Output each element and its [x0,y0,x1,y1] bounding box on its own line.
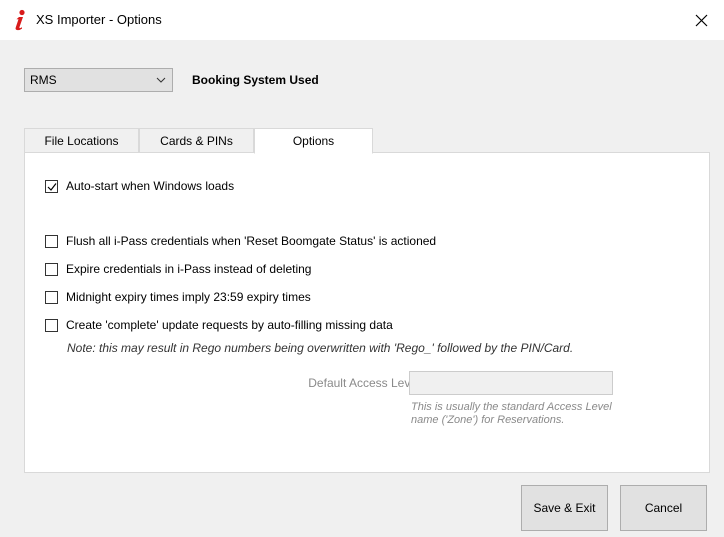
autostart-label: Auto-start when Windows loads [66,179,235,193]
save-exit-button[interactable]: Save & Exit [521,485,608,531]
expire-option[interactable]: Expire credentials in i-Pass instead of … [45,262,311,276]
tab-options[interactable]: Options [254,128,373,154]
booking-system-select[interactable]: RMS [24,68,173,92]
autostart-option[interactable]: Auto-start when Windows loads [45,179,234,193]
window-title: XS Importer - Options [36,12,162,27]
complete-note: Note: this may result in Rego numbers be… [67,341,574,355]
chevron-down-icon [156,77,166,83]
close-button[interactable] [678,0,724,40]
complete-checkbox[interactable] [45,318,58,332]
default-access-level-label: Default Access Level: [308,376,423,390]
tab-cards-pins[interactable]: Cards & PINs [139,128,254,152]
cancel-label: Cancel [644,501,683,515]
cancel-button[interactable]: Cancel [620,485,707,531]
flush-option[interactable]: Flush all i-Pass credentials when 'Reset… [45,234,436,248]
midnight-option[interactable]: Midnight expiry times imply 23:59 expiry… [45,290,311,304]
options-panel: Auto-start when Windows loads Flush all … [24,152,710,473]
default-access-level-input [409,371,613,395]
tab-label: Cards & PINs [160,133,233,148]
title-bar: XS Importer - Options [0,0,724,40]
booking-system-label: Booking System Used [192,73,319,87]
tab-label: File Locations [44,133,119,148]
tab-file-locations[interactable]: File Locations [24,128,139,152]
expire-checkbox[interactable] [45,262,58,276]
autostart-checkbox[interactable] [45,179,58,193]
flush-checkbox[interactable] [45,234,58,248]
tab-label: Options [292,134,335,148]
expire-label: Expire credentials in i-Pass instead of … [66,262,312,276]
midnight-checkbox[interactable] [45,290,58,304]
default-access-level-hint: This is usually the standard Access Leve… [411,401,612,426]
complete-option[interactable]: Create 'complete' update requests by aut… [45,318,393,332]
flush-label: Flush all i-Pass credentials when 'Reset… [66,234,437,248]
checkmark-icon [47,182,57,191]
booking-system-value: RMS [30,73,57,87]
info-i-icon [10,9,28,31]
close-icon [695,14,707,26]
midnight-label: Midnight expiry times imply 23:59 expiry… [66,290,311,304]
complete-label: Create 'complete' update requests by aut… [66,318,393,332]
save-exit-label: Save & Exit [533,501,596,515]
